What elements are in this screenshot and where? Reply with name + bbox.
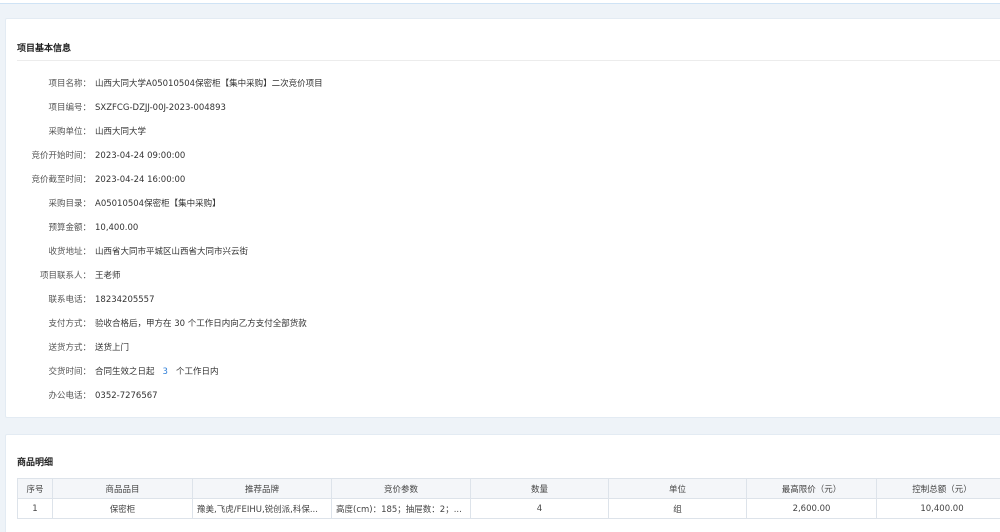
field-value: 10,400.00	[95, 223, 139, 233]
goods-detail-title: 商品明细	[17, 458, 54, 468]
column-header: 竞价参数	[331, 478, 471, 499]
column-header: 推荐品牌	[192, 478, 332, 499]
field-label: 竞价截至时间：	[31, 175, 91, 185]
table-cell: 1	[17, 498, 53, 519]
project-info-card: 项目基本信息 项目名称： 山西大同大学A05010504保密柜【集中采购】二次竞…	[5, 18, 1000, 418]
field-label: 交货时间：	[48, 367, 91, 377]
field-project-name: 项目名称： 山西大同大学A05010504保密柜【集中采购】二次竞价项目	[6, 78, 906, 90]
field-address: 收货地址： 山西省大同市平城区山西省大同市兴云街	[6, 246, 906, 258]
field-purchaser: 采购单位： 山西大同大学	[6, 126, 906, 138]
column-header: 最高限价（元）	[746, 478, 877, 499]
field-delivery-method: 送货方式： 送货上门	[6, 342, 906, 354]
field-budget: 预算金额： 10,400.00	[6, 222, 906, 234]
field-office-phone: 办公电话： 0352-7276567	[6, 390, 906, 402]
field-delivery-time: 交货时间： 合同生效之日起 3 个工作日内	[6, 366, 906, 378]
field-label: 采购目录：	[48, 199, 91, 209]
field-label: 支付方式：	[48, 319, 91, 329]
column-header: 序号	[17, 478, 53, 499]
field-value: 2023-04-24 09:00:00	[95, 151, 186, 161]
field-payment: 支付方式： 验收合格后，甲方在 30 个工作日内向乙方支付全部货款	[6, 318, 906, 330]
field-label: 项目编号：	[48, 103, 91, 113]
field-value: 王老师	[95, 271, 121, 281]
field-value: 18234205557	[95, 295, 155, 305]
table-cell: 10,400.00	[876, 498, 1000, 519]
table-cell: 组	[608, 498, 747, 519]
field-bid-end: 竞价截至时间： 2023-04-24 16:00:00	[6, 174, 906, 186]
field-value: 2023-04-24 16:00:00	[95, 175, 186, 185]
field-contact-phone: 联系电话： 18234205557	[6, 294, 906, 306]
field-label: 办公电话：	[48, 391, 91, 401]
table-row: 1 保密柜 豫美,飞虎/FEIHU,锐创派,科保... 高度(cm)：185；抽…	[17, 498, 1000, 519]
field-label: 联系电话：	[48, 295, 91, 305]
table-cell: 2,600.00	[746, 498, 877, 519]
delivery-prefix: 合同生效之日起	[95, 367, 155, 377]
delivery-suffix: 个工作日内	[175, 367, 219, 377]
divider	[17, 60, 1000, 61]
field-label: 竞价开始时间：	[31, 151, 91, 161]
column-header: 商品品目	[52, 478, 193, 499]
goods-detail-card: 商品明细 序号 商品品目 推荐品牌 竞价参数 数量 单位 最高限价（元） 控制总…	[5, 434, 1000, 532]
field-label: 送货方式：	[48, 343, 91, 353]
field-value: 合同生效之日起 3 个工作日内	[95, 366, 218, 378]
field-project-number: 项目编号： SXZFCG-DZJJ-00J-2023-004893	[6, 102, 906, 114]
table-cell: 豫美,飞虎/FEIHU,锐创派,科保...	[192, 498, 332, 519]
field-value: 山西省大同市平城区山西省大同市兴云街	[95, 247, 249, 257]
field-value: 送货上门	[95, 343, 130, 353]
field-bid-start: 竞价开始时间： 2023-04-24 09:00:00	[6, 150, 906, 162]
field-value: 0352-7276567	[95, 391, 158, 401]
column-header: 单位	[608, 478, 747, 499]
table-header-row: 序号 商品品目 推荐品牌 竞价参数 数量 单位 最高限价（元） 控制总额（元）	[17, 478, 1000, 499]
top-strip	[0, 0, 1000, 4]
field-value: 山西大同大学A05010504保密柜【集中采购】二次竞价项目	[95, 79, 323, 89]
table-cell: 4	[470, 498, 609, 519]
field-value: A05010504保密柜【集中采购】	[95, 199, 221, 209]
delivery-days: 3	[162, 367, 168, 377]
table-cell: 保密柜	[52, 498, 193, 519]
field-label: 项目名称：	[48, 79, 91, 89]
goods-table: 序号 商品品目 推荐品牌 竞价参数 数量 单位 最高限价（元） 控制总额（元） …	[17, 478, 1000, 519]
field-value: 验收合格后，甲方在 30 个工作日内向乙方支付全部货款	[95, 319, 307, 329]
field-label: 项目联系人：	[39, 271, 91, 281]
field-value: 山西大同大学	[95, 127, 147, 137]
column-header: 控制总额（元）	[876, 478, 1000, 499]
table-cell: 高度(cm)：185；抽屉数：2；...	[331, 498, 471, 519]
project-info-title: 项目基本信息	[17, 44, 72, 54]
field-label: 收货地址：	[48, 247, 91, 257]
field-label: 采购单位：	[48, 127, 91, 137]
field-contact-person: 项目联系人： 王老师	[6, 270, 906, 282]
field-label: 预算金额：	[48, 223, 91, 233]
field-catalog: 采购目录： A05010504保密柜【集中采购】	[6, 198, 906, 210]
field-value: SXZFCG-DZJJ-00J-2023-004893	[95, 103, 226, 113]
column-header: 数量	[470, 478, 609, 499]
